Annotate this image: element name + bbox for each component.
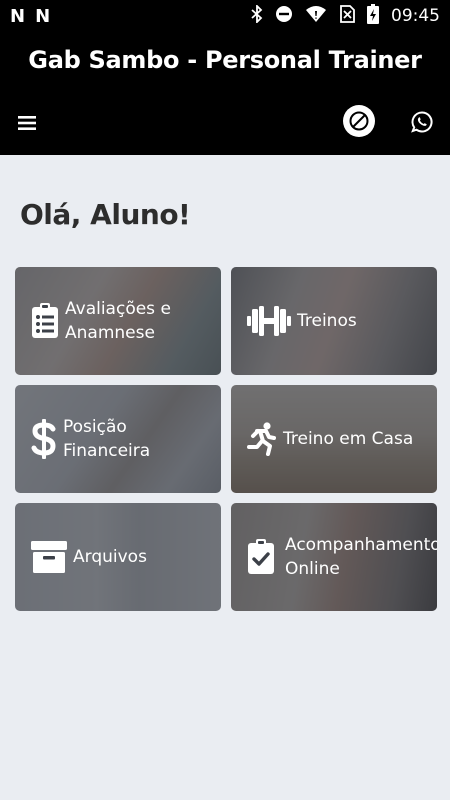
card-label-line1: Avaliações e <box>65 299 171 319</box>
card-content: Treino em Casa <box>231 422 413 456</box>
notification-n-icon: N <box>10 5 26 27</box>
status-right: 09:45 <box>251 3 440 29</box>
card-content: Avaliações e Anamnese <box>15 297 171 345</box>
card-label-line1: Acompanhamento <box>285 535 437 555</box>
whatsapp-icon <box>411 111 433 133</box>
card-label-line2: Anamnese <box>65 323 155 343</box>
dumbbell-icon <box>247 305 291 337</box>
archive-icon <box>31 541 67 573</box>
status-time: 09:45 <box>391 6 440 26</box>
no-sim-icon <box>339 4 355 28</box>
card-label: Treinos <box>297 309 357 333</box>
clipboard-check-icon <box>247 539 275 575</box>
wifi-icon <box>305 5 327 28</box>
card-content: Acompanhamento Online <box>231 533 437 581</box>
card-label: Arquivos <box>73 545 147 569</box>
card-arquivos[interactable]: Arquivos <box>15 503 221 611</box>
card-acompanhamento-online[interactable]: Acompanhamento Online <box>231 503 437 611</box>
app-header: Gab Sambo - Personal Trainer <box>0 32 450 155</box>
card-treino-em-casa[interactable]: Treino em Casa <box>231 385 437 493</box>
menu-button[interactable] <box>14 110 40 136</box>
whatsapp-button[interactable] <box>408 108 436 136</box>
status-left: N N <box>10 6 50 27</box>
bluetooth-icon <box>251 3 263 28</box>
card-content: Posição Financeira <box>15 415 150 463</box>
card-label-line1: Treino em Casa <box>283 429 414 449</box>
block-icon <box>349 111 369 131</box>
dollar-icon <box>31 419 57 459</box>
card-treinos[interactable]: Treinos <box>231 267 437 375</box>
card-label-line2: Financeira <box>63 441 151 461</box>
card-label-line2: Online <box>285 559 340 579</box>
clipboard-list-icon <box>31 303 59 339</box>
card-label: Treino em Casa <box>283 427 413 451</box>
menu-icon <box>18 116 36 130</box>
card-avaliacoes-anamnese[interactable]: Avaliações e Anamnese <box>15 267 221 375</box>
greeting: Olá, Aluno! <box>20 198 191 231</box>
card-posicao-financeira[interactable]: Posição Financeira <box>15 385 221 493</box>
card-label-line1: Arquivos <box>73 547 147 567</box>
block-button[interactable] <box>343 105 375 137</box>
card-content: Arquivos <box>15 541 147 573</box>
card-label: Avaliações e Anamnese <box>65 297 171 345</box>
card-content: Treinos <box>231 305 357 337</box>
card-label-line1: Posição <box>63 417 127 437</box>
notification-n-icon: N <box>35 5 51 27</box>
battery-charging-icon <box>367 3 379 29</box>
card-label: Posição Financeira <box>63 415 150 463</box>
do-not-disturb-icon <box>275 5 293 28</box>
status-bar: N N 09:45 <box>0 0 450 32</box>
app-title: Gab Sambo - Personal Trainer <box>28 46 422 74</box>
card-label: Acompanhamento Online <box>281 533 437 581</box>
card-label-line1: Treinos <box>297 311 357 331</box>
running-icon <box>247 422 277 456</box>
